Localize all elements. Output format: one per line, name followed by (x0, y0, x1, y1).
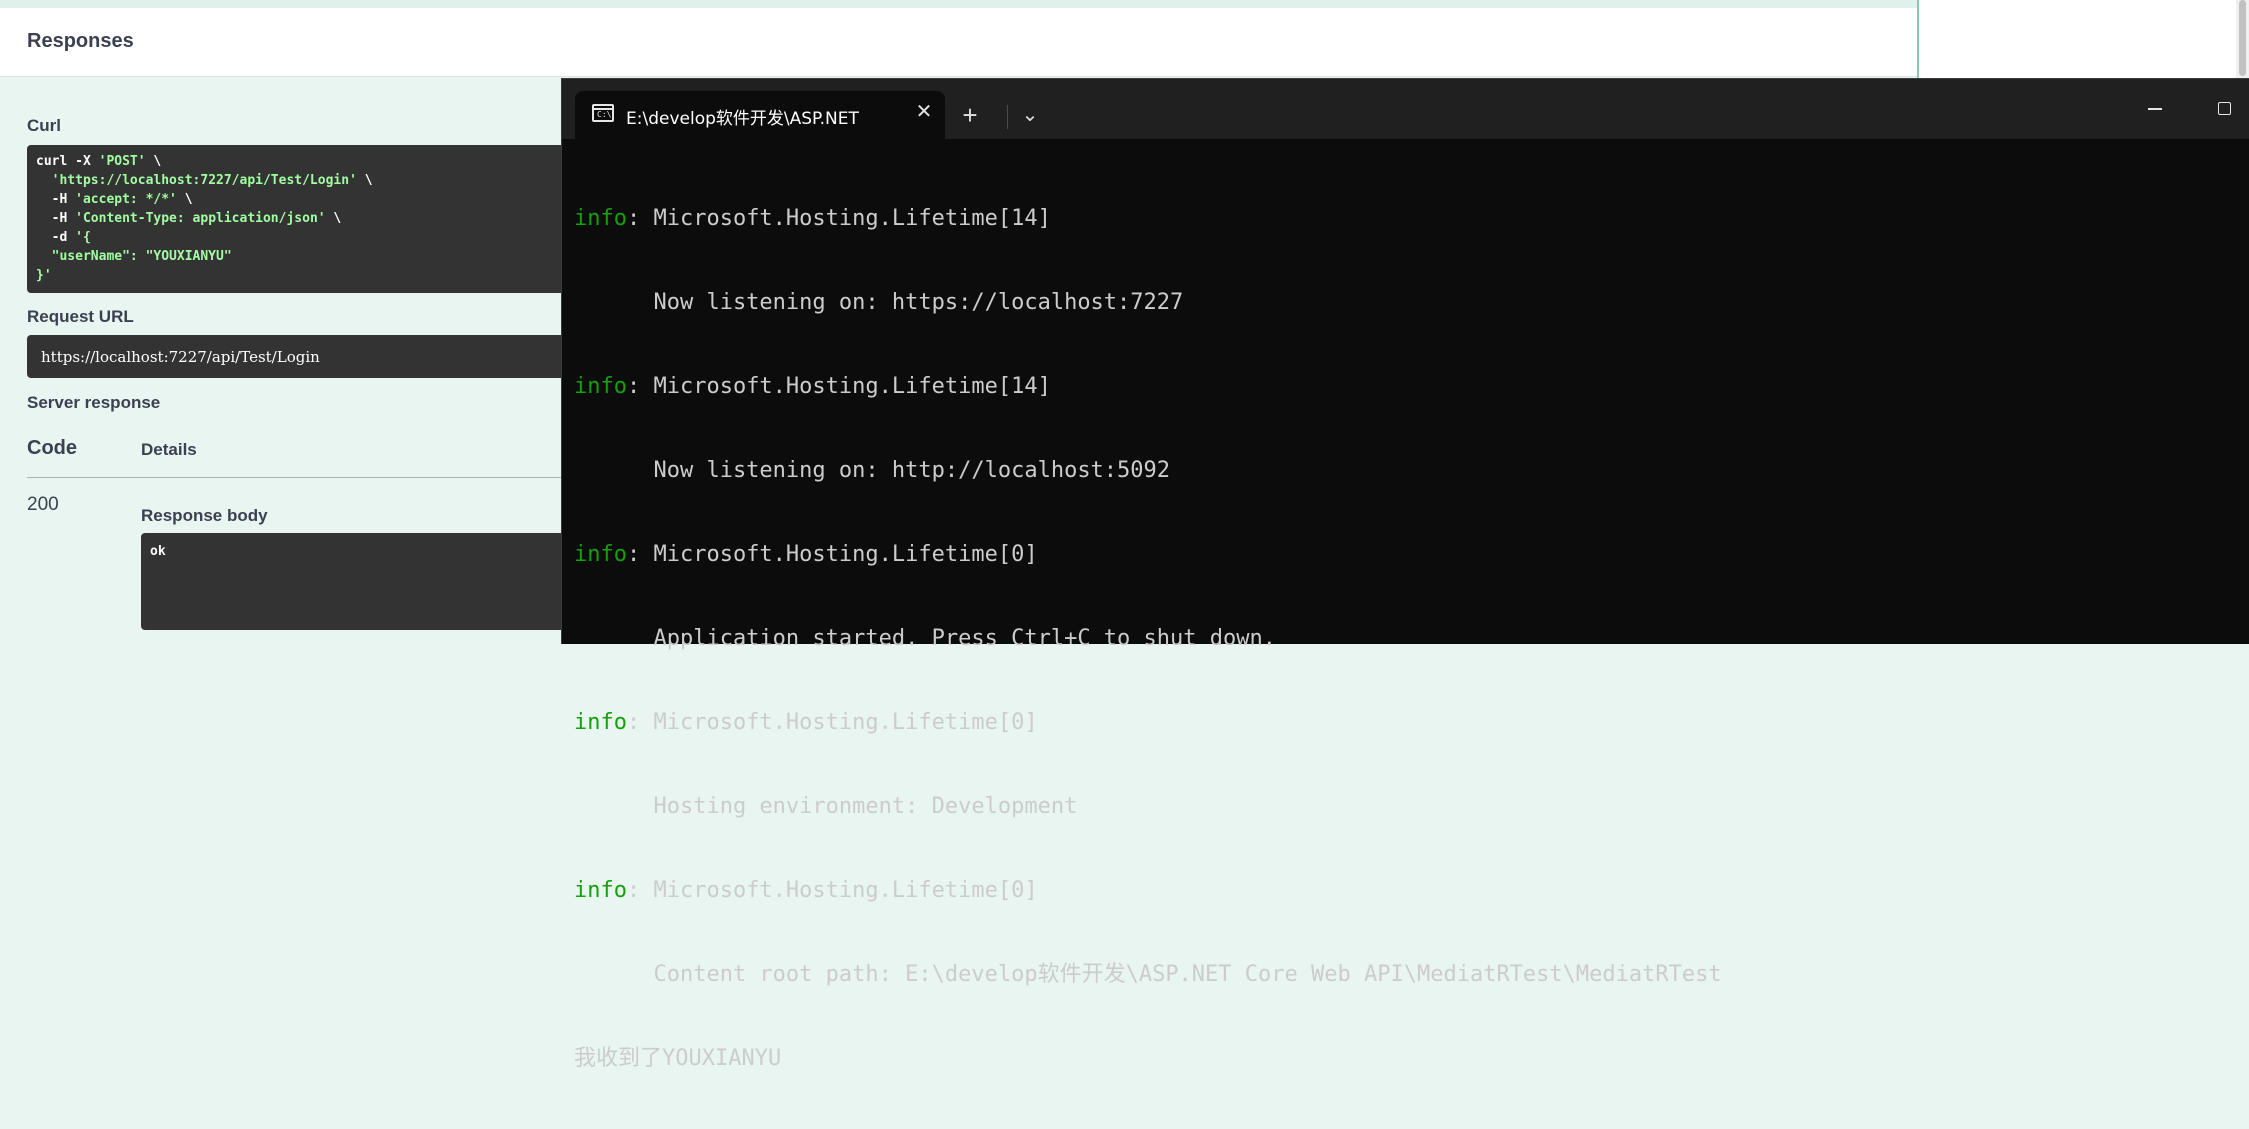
response-code: 200 (27, 494, 59, 515)
curl-line: 'https://localhost:7227/api/Test/Login' … (51, 173, 373, 188)
new-tab-button[interactable]: + (952, 98, 988, 132)
curl-line: curl -X 'POST' \ (36, 154, 162, 169)
tab-title: E:\develop软件开发\ASP.NET (626, 109, 859, 129)
curl-line: -H 'accept: */*' \ (36, 192, 193, 207)
terminal-line: Hosting environment: Development (574, 794, 1078, 819)
terminal-line: info: Microsoft.Hosting.Lifetime[14] (574, 206, 1051, 231)
scrollbar-thumb[interactable] (2239, 0, 2246, 76)
curl-label: Curl (27, 116, 61, 135)
responses-title: Responses (27, 30, 134, 52)
terminal-line: Now listening on: https://localhost:7227 (574, 290, 1184, 315)
terminal-line: Application started. Press Ctrl+C to shu… (574, 626, 1276, 651)
response-body-label: Response body (141, 506, 268, 525)
maximize-button[interactable] (2189, 79, 2249, 121)
curl-line: "userName": "YOUXIANYU" (36, 249, 232, 264)
minimize-button[interactable] (2119, 79, 2189, 121)
request-url-block[interactable]: https://localhost:7227/api/Test/Login (27, 335, 567, 378)
terminal-line: info: Microsoft.Hosting.Lifetime[0] (574, 542, 1038, 567)
terminal-line: Now listening on: http://localhost:5092 (574, 458, 1171, 483)
toolbar-separator (1007, 105, 1008, 129)
maximize-icon (2218, 102, 2231, 115)
curl-code-block[interactable]: curl -X 'POST' \ 'https://localhost:7227… (27, 145, 567, 293)
terminal-output[interactable]: info: Microsoft.Hosting.Lifetime[14] Now… (574, 149, 1722, 1129)
minimize-icon (2148, 108, 2162, 110)
curl-line: -H 'Content-Type: application/json' \ (36, 211, 342, 226)
terminal-line: 我收到了YOUXIANYU (574, 1046, 782, 1071)
terminal-tab[interactable]: C:\ E:\develop软件开发\ASP.NET ✕ (575, 91, 945, 139)
curl-line: }' (36, 268, 52, 283)
curl-line: -d '{ (36, 230, 91, 245)
terminal-window[interactable]: C:\ E:\develop软件开发\ASP.NET ✕ + ⌄ info: M… (561, 78, 2249, 1071)
code-column-header: Code (27, 437, 77, 459)
page-scrollbar[interactable] (2236, 0, 2249, 80)
close-tab-icon[interactable]: ✕ (912, 100, 936, 124)
terminal-line: info: Microsoft.Hosting.Lifetime[0] (574, 878, 1038, 903)
top-strip (0, 0, 1917, 8)
terminal-titlebar[interactable]: C:\ E:\develop软件开发\ASP.NET ✕ + ⌄ (562, 79, 2249, 139)
details-column-header: Details (141, 440, 197, 459)
command-prompt-icon: C:\ (592, 104, 614, 122)
server-response-label: Server response (27, 393, 161, 412)
request-url-text: https://localhost:7227/api/Test/Login (41, 348, 320, 366)
terminal-line: Content root path: E:\develop软件开发\ASP.NE… (574, 962, 1722, 987)
chevron-down-icon[interactable]: ⌄ (1012, 98, 1048, 132)
responses-header: Responses (0, 8, 1917, 77)
terminal-line: info: Microsoft.Hosting.Lifetime[0] (574, 710, 1038, 735)
terminal-line: info: Microsoft.Hosting.Lifetime[14] (574, 374, 1051, 399)
response-body-text: ok (150, 544, 166, 559)
response-body-block[interactable]: ok (141, 533, 571, 630)
request-url-label: Request URL (27, 307, 134, 326)
header-rule (27, 477, 567, 478)
right-panel (1919, 0, 2249, 80)
